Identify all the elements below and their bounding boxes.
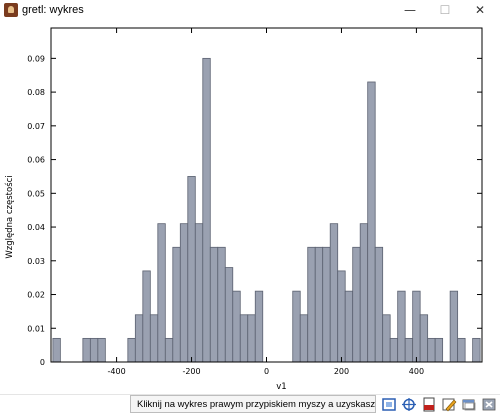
y-tick-label: 0.05 [27,189,45,198]
pdf-icon[interactable] [421,397,437,412]
y-tick-label: 0.04 [27,223,45,232]
maximize-button[interactable]: ☐ [430,0,460,22]
histogram-bar [344,290,354,363]
y-tick-label: 0 [40,358,45,367]
histogram-bar [457,337,466,363]
title-bar: gretl: wykres — ☐ ✕ [0,0,500,22]
histogram-bar [157,223,166,363]
minimize-button[interactable]: — [395,0,425,22]
y-tick-label: 0.09 [27,54,45,63]
histogram-bar [134,314,144,363]
histogram-bar [382,314,391,363]
histogram-bar [209,246,219,363]
histogram-bar [149,314,159,363]
histogram-bar [434,337,444,363]
y-tick-label: 0.07 [27,122,45,131]
histogram-bar [337,270,346,363]
x-tick-label: 0 [264,367,269,376]
histogram-bar [172,246,181,363]
x-tick-label: -400 [108,367,126,376]
histogram-bar [397,290,406,363]
move-icon[interactable] [401,397,417,412]
histogram-bar [247,314,256,363]
histogram-bar [374,246,384,363]
histogram-bar [367,81,376,363]
window-title: gretl: wykres [22,4,84,16]
histogram-bar [232,290,241,363]
histogram-bar [472,337,481,363]
histogram-bar [127,337,136,363]
histogram-bar [194,223,204,363]
histogram-bar [359,223,369,363]
histogram-bar [217,246,226,363]
edit-icon[interactable] [441,397,457,412]
histogram-bar [187,176,196,363]
histogram-chart[interactable]: 0 0.01 0.02 0.03 0.04 0.05 0.06 0.07 0.08 0.09 -40… [0,22,500,394]
histogram-bar [352,246,361,363]
x-axis-label: v1 [276,382,286,392]
histogram-bar [82,337,91,363]
x-tick-label: 400 [409,367,424,376]
gretl-app-icon [4,3,18,17]
histogram-bar [419,314,429,363]
y-tick-label: 0.03 [27,257,45,266]
histogram-bar [329,223,339,363]
status-message: Kliknij na wykres prawym przypiskiem mys… [130,395,376,413]
y-tick-label: 0.01 [27,324,45,333]
histogram-bar [254,290,264,363]
histogram-bar [89,337,99,363]
x-tick-label: 200 [334,367,349,376]
histogram-bar [224,267,234,363]
histogram-bar [314,246,324,363]
y-tick-label: 0.02 [27,291,45,300]
histogram-bar [202,57,211,363]
close-window-button[interactable]: ✕ [465,0,495,22]
y-axis-label: Względna częstości [4,175,15,258]
plot-area[interactable]: 0 0.01 0.02 0.03 0.04 0.05 0.06 0.07 0.08 0.09 -40… [0,22,500,394]
window-icon[interactable] [461,397,477,412]
histogram-bar [97,337,106,363]
y-tick-label: 0.06 [27,156,45,165]
zoom-icon[interactable] [381,397,397,412]
histogram-bar [389,337,399,363]
histogram-bar [307,246,316,363]
close-icon[interactable] [481,397,497,412]
histogram-bar [412,290,421,363]
histogram-bar [449,290,459,363]
histogram-bar [404,337,414,363]
status-bar: Kliknij na wykres prawym przypiskiem mys… [0,394,500,414]
histogram-bar [179,223,189,363]
histogram-bar [164,337,174,363]
histogram-bar [322,246,331,363]
histogram-bar [142,270,151,363]
histogram-bar [52,337,61,363]
histogram-bar [292,290,301,363]
histogram-bar [299,314,309,363]
x-tick-label: -200 [182,367,200,376]
histogram-bar [427,337,436,363]
y-tick-label: 0.08 [27,88,45,97]
histogram-bar [239,314,249,363]
